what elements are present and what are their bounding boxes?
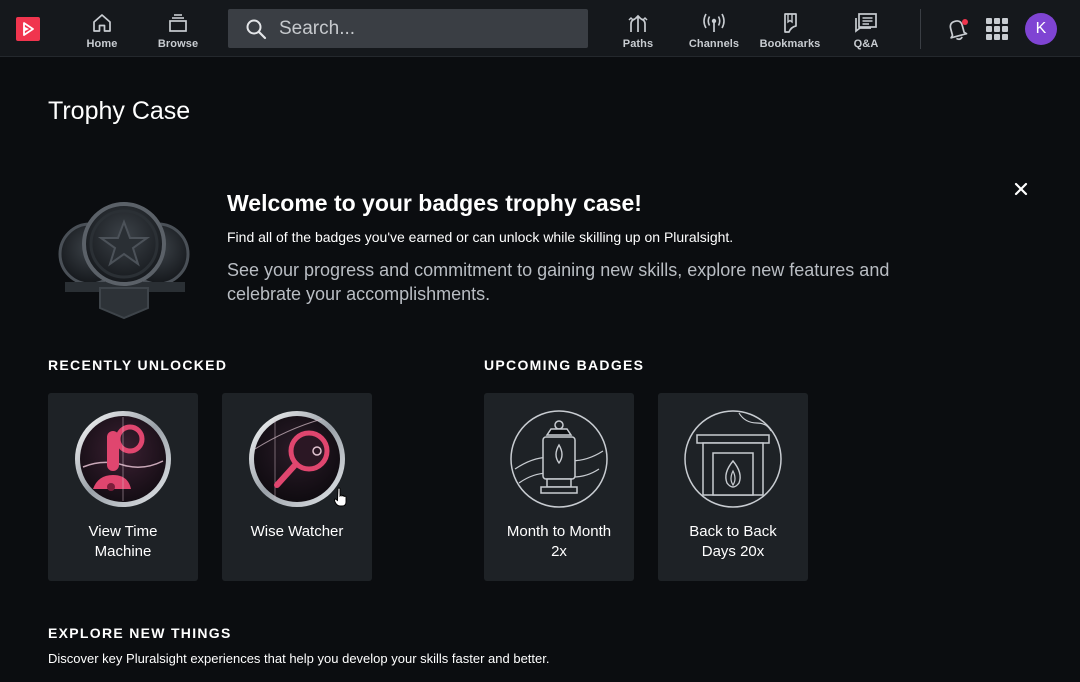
qa-icon [854, 11, 878, 35]
badge-name: View Time Machine [88, 523, 158, 560]
magnifier-icon [247, 409, 347, 509]
badge-card[interactable]: View Time Machine [48, 393, 198, 581]
avatar[interactable]: K [1025, 13, 1057, 45]
badge-name: Back to Back Days 20x [689, 523, 777, 560]
trophy-illustration-icon [55, 196, 195, 326]
nav-browse-label: Browse [157, 38, 199, 50]
badge-name: Month to Month 2x [506, 523, 612, 560]
welcome-body: See your progress and commitment to gain… [227, 260, 890, 304]
nav-qa-label: Q&A [853, 38, 879, 50]
lantern-icon [509, 409, 609, 509]
search-icon [245, 18, 267, 45]
upcoming-badges-heading: UPCOMING BADGES [484, 357, 645, 373]
nav-paths[interactable]: Paths [620, 0, 656, 57]
welcome-title: Welcome to your badges trophy case! [227, 190, 642, 216]
hand-cursor-icon [334, 487, 348, 507]
browse-icon [167, 11, 189, 35]
close-welcome-button[interactable] [1009, 177, 1033, 201]
nav-channels-label: Channels [688, 38, 740, 50]
notification-dot [962, 19, 968, 25]
nav-qa[interactable]: Q&A [848, 0, 884, 57]
top-navigation-bar: Home Browse Paths Channels Bookmarks [0, 0, 1080, 57]
search-input[interactable] [279, 9, 579, 48]
pluralsight-logo-icon[interactable] [16, 17, 40, 41]
nav-channels[interactable]: Channels [688, 0, 740, 57]
explore-heading: EXPLORE NEW THINGS [48, 625, 232, 641]
welcome-subtitle: Find all of the badges you've earned or … [227, 229, 734, 245]
nav-home-label: Home [86, 38, 118, 50]
nav-divider [920, 9, 921, 49]
recently-unlocked-heading: RECENTLY UNLOCKED [48, 357, 228, 373]
nav-browse[interactable]: Browse [156, 0, 200, 57]
explore-subtitle: Discover key Pluralsight experiences tha… [48, 651, 550, 666]
nav-paths-label: Paths [622, 38, 654, 50]
search-bar [228, 9, 588, 48]
badge-card[interactable]: Month to Month 2x [484, 393, 634, 581]
fireplace-icon [683, 409, 783, 509]
badge-name: Wise Watcher [250, 523, 344, 540]
channels-icon [701, 11, 727, 35]
badge-card[interactable]: Back to Back Days 20x [658, 393, 808, 581]
paths-icon [626, 11, 650, 35]
nav-home[interactable]: Home [84, 0, 120, 57]
badge-card[interactable]: Wise Watcher [222, 393, 372, 581]
home-icon [91, 11, 113, 35]
nav-bookmarks[interactable]: Bookmarks [758, 0, 822, 57]
close-icon [1014, 182, 1028, 196]
nav-bookmarks-label: Bookmarks [759, 38, 821, 50]
time-machine-icon [73, 409, 173, 509]
page-title: Trophy Case [48, 97, 191, 125]
apps-grid-icon[interactable] [986, 18, 1008, 40]
bookmark-icon [779, 11, 801, 35]
notifications-button[interactable] [944, 16, 970, 42]
